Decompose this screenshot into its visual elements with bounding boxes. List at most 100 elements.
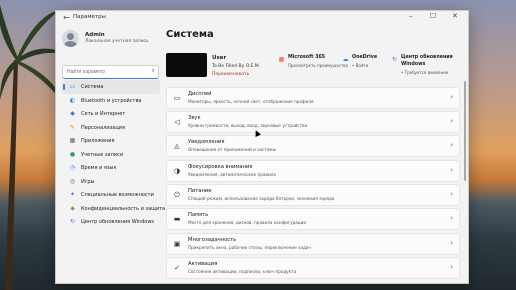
scrollbar[interactable] [464,81,466,181]
quick-link-title-line2: Windows [401,62,426,67]
chevron-right-icon: › [450,141,453,149]
back-arrow-icon[interactable]: ← [63,13,70,22]
sidebar-item-label: Игры [81,178,95,185]
microsoft-365-icon: ▦ [278,56,285,63]
chevron-right-icon: › [450,190,453,198]
settings-card-activation[interactable]: ✓ Активация Состояние активации, подписки,… [166,257,460,279]
sidebar-item-label: Центр обновления Windows [81,219,155,225]
sidebar-item-label: Сеть и Интернет [81,111,126,117]
accessibility-icon: ✦ [69,191,76,198]
windows-update-icon: ↻ [69,218,76,225]
bluetooth-icon: ◐ [69,96,76,104]
chevron-right-icon: › [450,117,453,125]
page-title: Система [166,29,214,40]
sound-icon: ◁ [174,118,180,126]
card-title: Питание [188,188,212,194]
chevron-right-icon: › [450,239,453,247]
quick-link-subtitle: • Войти [352,63,369,68]
windows-update-icon: ↻ [391,56,398,63]
settings-card-storage[interactable]: ▬ Память Место для хранения, дисков, прави… [166,208,460,230]
system-icon: ▭ [69,83,76,90]
sidebar-item-privacy[interactable]: ◈ Конфиденциальность и защита [62,202,165,216]
window-title: Параметры [73,14,106,20]
card-subtitle: Прикрепить окна, рабочие столы, переключ… [188,245,311,250]
chevron-right-icon: › [450,263,453,271]
settings-card-multitasking[interactable]: ▣ Многозадачность Прикрепить окна, рабочие… [166,233,460,255]
focus-assist-icon: ◑ [173,167,181,175]
sidebar-item-personalization[interactable]: ✎ Персонализация [62,121,160,135]
sidebar-nav: ▭ Система ◐ Bluetooth и устройства ◆ Сеть и И… [62,80,165,229]
quick-link-title: Центр обновления [401,55,453,60]
network-icon: ◆ [70,110,75,117]
sidebar-item-label: Приложения [81,138,115,144]
sidebar-item-windows-update[interactable]: ↻ Центр обновления Windows [62,215,160,229]
settings-card-notifications[interactable]: ◬ Уведомления Оповещения от приложений и с… [166,135,460,157]
sidebar-item-label: Учетные записи [81,151,124,158]
minimize-button[interactable]: – [409,12,413,20]
sidebar-item-time-language[interactable]: ◷ Время и язык [62,161,160,175]
card-subtitle: Спящий режим, использование заряда батар… [188,196,335,201]
search-box: ⌕ [62,65,159,79]
sidebar-item-label: Специальные возможности [81,192,154,198]
card-title: Активация [188,261,218,267]
storage-icon: ▬ [173,215,181,223]
card-title: Уведомления [188,139,225,145]
card-subtitle: Состояние активации, подписки, ключ прод… [188,269,297,274]
quick-link-title: OneDrive [352,55,378,60]
sidebar-item-bluetooth[interactable]: ◐ Bluetooth и устройства [62,94,160,108]
power-icon: ⏻ [174,191,180,199]
sidebar-item-label: Персонализация [81,124,125,131]
multitasking-icon: ▣ [173,240,181,248]
privacy-icon: ◈ [70,204,75,212]
close-button[interactable]: ✕ [452,12,458,20]
sidebar-item-accounts[interactable]: ● Учетные записи [62,148,160,162]
device-name: User [212,55,227,61]
settings-card-focus-assist[interactable]: ◑ Фокусировка внимания Уведомления, автома… [166,160,460,182]
settings-card-power[interactable]: ⏻ Питание Спящий режим, использование заря… [166,184,460,206]
search-input[interactable] [67,67,145,76]
accounts-icon: ● [69,150,76,158]
quick-link-title: Microsoft 365 [288,55,326,60]
sidebar-item-apps[interactable]: ▦ Приложения [62,134,160,148]
time-language-icon: ◷ [69,164,76,171]
device-model: To Be Filled By O.E.M. [212,64,261,69]
sidebar-item-label: Bluetooth и устройства [81,97,142,104]
device-info: User To Be Filled By O.E.M. Переименоват… [166,53,458,89]
profile-subtitle: Локальная учетная запись [85,39,149,44]
personalization-icon: ✎ [69,123,76,131]
card-title: Дисплей [188,91,212,97]
sidebar-item-network[interactable]: ◆ Сеть и Интернет [62,107,160,121]
card-subtitle: Уведомления, автоматические правила [188,172,276,177]
card-subtitle: Уровни громкости, выход, вход, звуковые … [188,123,308,128]
avatar [62,30,79,47]
settings-card-display[interactable]: ▭ Дисплей Мониторы, яркость, ночной свет, … [166,87,460,109]
sidebar-item-system[interactable]: ▭ Система [62,80,160,94]
chevron-right-icon: › [450,214,453,222]
sidebar-item-label: Система [81,84,104,90]
card-title: Память [188,212,209,218]
card-subtitle: Мониторы, яркость, ночной свет, отображе… [188,99,314,104]
rename-link[interactable]: Переименовать [212,72,249,77]
quick-link-subtitle: Просмотреть преимущества [288,63,349,68]
settings-window: ← Параметры – ☐ ✕ Admin Локальная учетна… [55,10,469,284]
card-title: Звук [188,115,201,121]
onedrive-icon: ☁ [342,56,349,63]
notifications-icon: ◬ [174,142,180,150]
chevron-right-icon: › [450,93,453,101]
quick-link-subtitle: • Требуется внимание [401,70,449,75]
apps-icon: ▦ [69,137,76,144]
activation-icon: ✓ [174,264,180,272]
card-subtitle: Оповещения от приложений и системы [188,147,276,152]
sidebar-item-accessibility[interactable]: ✦ Специальные возможности [62,188,160,202]
gaming-icon: ◎ [69,177,76,185]
settings-card-sound[interactable]: ◁ Звук Уровни громкости, выход, вход, звук… [166,111,460,133]
maximize-button[interactable]: ☐ [430,12,436,20]
profile-name: Admin [85,32,105,38]
search-icon[interactable]: ⌕ [152,67,155,75]
device-screen-image [166,53,207,77]
user-profile[interactable]: Admin Локальная учетная запись [62,28,172,58]
card-title: Многозадачность [188,237,237,243]
sidebar-item-label: Время и язык [81,165,117,171]
sidebar-item-gaming[interactable]: ◎ Игры [62,175,160,189]
card-subtitle: Место для хранения, дисков, правила конф… [188,220,307,225]
